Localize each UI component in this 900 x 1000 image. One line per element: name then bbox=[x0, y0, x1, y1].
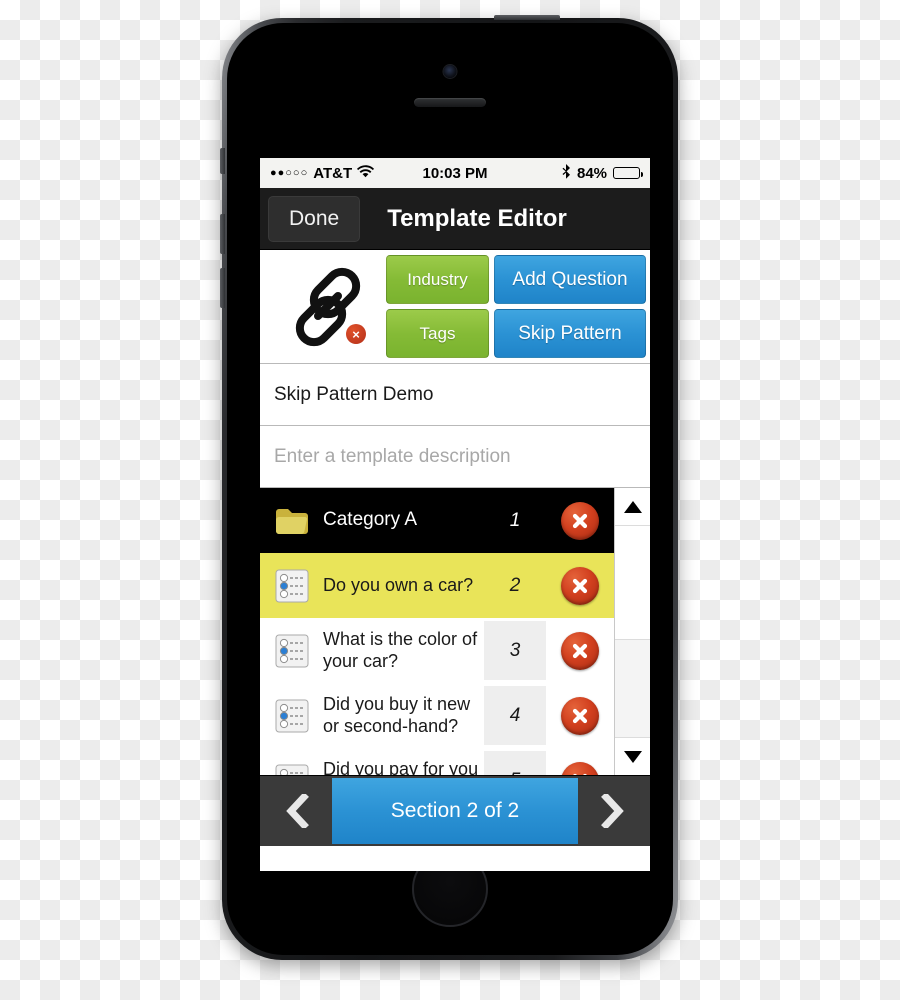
list-item-number: 2 bbox=[509, 574, 521, 596]
list-item-label: Do you own a car? bbox=[323, 574, 474, 595]
volume-down-button[interactable] bbox=[220, 268, 225, 308]
link-remove-badge[interactable]: × bbox=[346, 324, 366, 344]
list-item-label: Did you pay for you new car with cash o bbox=[323, 759, 479, 775]
folder-icon bbox=[260, 488, 323, 553]
signal-strength-dots: ●●○○○ bbox=[270, 167, 309, 179]
status-bar: ●●○○○ AT&T 10:03 PM 84% bbox=[260, 158, 650, 188]
chevron-right-icon[interactable] bbox=[578, 776, 650, 846]
list-item[interactable]: Did you buy it new or second-hand? 4 bbox=[260, 683, 614, 748]
scrollbar-thumb[interactable] bbox=[615, 526, 650, 640]
triangle-up-icon[interactable] bbox=[615, 488, 650, 526]
list-item-number: 5 bbox=[484, 751, 546, 775]
scrollbar-track[interactable] bbox=[615, 526, 650, 737]
list-item-label: Category A bbox=[323, 509, 417, 531]
phone-bezel: ●●○○○ AT&T 10:03 PM 84% Done Template Ed… bbox=[227, 23, 673, 955]
navigation-bar: Done Template Editor bbox=[260, 188, 650, 250]
list-item-number: 1 bbox=[509, 509, 521, 531]
question-list: Category A 1 Do you own a car? 2 What is the… bbox=[260, 488, 614, 775]
delete-row-button[interactable] bbox=[546, 748, 614, 775]
done-button[interactable]: Done bbox=[268, 195, 361, 242]
delete-row-button[interactable] bbox=[546, 683, 614, 748]
front-camera bbox=[443, 65, 457, 78]
question-icon bbox=[260, 683, 323, 748]
question-icon bbox=[260, 553, 323, 618]
battery-icon bbox=[613, 167, 644, 179]
delete-circle-icon[interactable] bbox=[561, 566, 599, 605]
chevron-left-icon[interactable] bbox=[260, 776, 332, 846]
question-icon bbox=[260, 618, 323, 683]
editor-toolbar: × Industry Add Question Tags Skip Patter… bbox=[260, 250, 650, 364]
clock-label: 10:03 PM bbox=[422, 164, 488, 182]
template-title-input[interactable]: Skip Pattern Demo bbox=[260, 364, 650, 426]
list-scrollbar[interactable] bbox=[614, 488, 650, 775]
phone-device: ●●○○○ AT&T 10:03 PM 84% Done Template Ed… bbox=[220, 15, 678, 960]
mute-switch[interactable] bbox=[220, 148, 225, 174]
list-item-number: 3 bbox=[484, 621, 546, 680]
delete-row-button[interactable] bbox=[546, 553, 614, 618]
list-item[interactable]: Category A 1 bbox=[260, 488, 614, 553]
template-description-input[interactable]: Enter a template description bbox=[260, 426, 650, 488]
question-icon bbox=[260, 748, 323, 775]
add-question-button[interactable]: Add Question bbox=[494, 255, 646, 304]
industry-button[interactable]: Industry bbox=[386, 255, 489, 304]
skip-pattern-button[interactable]: Skip Pattern bbox=[494, 309, 646, 358]
delete-row-button[interactable] bbox=[546, 618, 614, 683]
phone-screen: ●●○○○ AT&T 10:03 PM 84% Done Template Ed… bbox=[260, 158, 650, 871]
list-item[interactable]: Did you pay for you new car with cash o 5 bbox=[260, 748, 614, 775]
volume-up-button[interactable] bbox=[220, 214, 225, 254]
list-item-label: What is the color of your car? bbox=[323, 629, 478, 671]
section-navigation-bar: Section 2 of 2 bbox=[260, 776, 650, 846]
list-item[interactable]: What is the color of your car? 3 bbox=[260, 618, 614, 683]
question-list-container: Category A 1 Do you own a car? 2 What is the… bbox=[260, 488, 650, 776]
wifi-icon bbox=[357, 165, 375, 181]
delete-circle-icon[interactable] bbox=[561, 696, 599, 735]
carrier-label: AT&T bbox=[313, 164, 353, 182]
list-item-number: 4 bbox=[484, 686, 546, 745]
delete-circle-icon[interactable] bbox=[561, 501, 599, 540]
tags-button[interactable]: Tags bbox=[386, 309, 489, 358]
bluetooth-icon bbox=[562, 164, 571, 182]
delete-row-button[interactable] bbox=[546, 488, 614, 553]
delete-circle-icon[interactable] bbox=[561, 761, 599, 775]
chain-link-icon[interactable]: × bbox=[264, 255, 386, 358]
battery-percent-label: 84% bbox=[576, 164, 608, 182]
list-item[interactable]: Do you own a car? 2 bbox=[260, 553, 614, 618]
page-backdrop: ●●○○○ AT&T 10:03 PM 84% Done Template Ed… bbox=[0, 0, 900, 1000]
power-button[interactable] bbox=[494, 15, 560, 20]
earpiece-speaker bbox=[414, 98, 486, 107]
section-indicator-button[interactable]: Section 2 of 2 bbox=[332, 778, 578, 844]
triangle-down-icon[interactable] bbox=[615, 737, 650, 775]
list-item-label: Did you buy it new or second-hand? bbox=[323, 694, 471, 736]
delete-circle-icon[interactable] bbox=[561, 631, 599, 670]
